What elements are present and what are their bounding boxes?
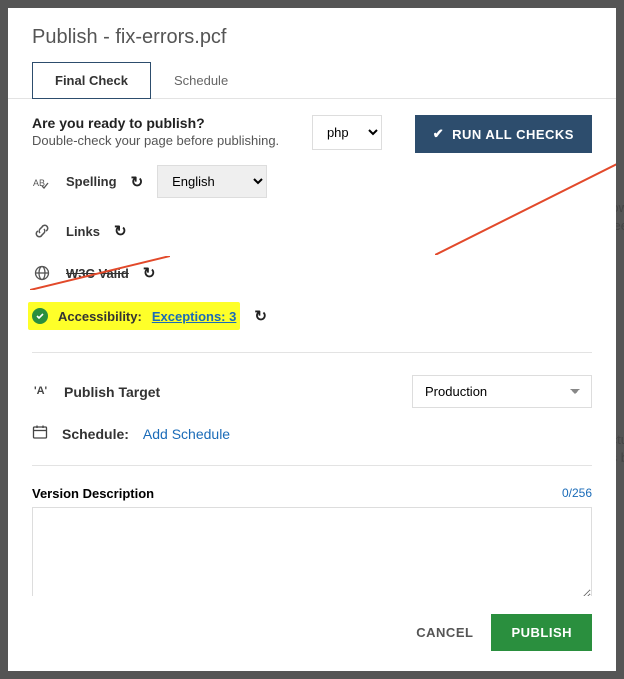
schedule-row: Schedule: Add Schedule: [32, 416, 592, 451]
pass-badge-icon: [32, 308, 48, 324]
output-format-select[interactable]: php: [312, 115, 382, 150]
ready-sub: Double-check your page before publishing…: [32, 133, 279, 148]
ready-text: Are you ready to publish? Double-check y…: [32, 115, 279, 148]
tab-schedule[interactable]: Schedule: [151, 62, 251, 99]
cancel-button[interactable]: CANCEL: [416, 625, 473, 640]
w3c-row: W3C Valid ↻: [32, 252, 592, 294]
link-icon: [32, 223, 52, 239]
refresh-accessibility-icon[interactable]: ↻: [254, 307, 267, 325]
refresh-w3c-icon[interactable]: ↻: [143, 264, 156, 282]
ready-heading: Are you ready to publish?: [32, 115, 279, 131]
divider: [32, 465, 592, 466]
publish-target-row: 'A' Publish Target Production: [32, 367, 592, 416]
calendar-icon: [32, 424, 48, 443]
tabs: Final Check Schedule: [8, 61, 616, 99]
divider: [32, 352, 592, 353]
modal-title: Publish - fix-errors.pcf: [8, 8, 616, 61]
spelling-icon: AB: [32, 175, 52, 189]
svg-text:'A': 'A': [34, 385, 48, 397]
modal-body: Are you ready to publish? Double-check y…: [8, 99, 616, 596]
accessibility-label: Accessibility:: [58, 309, 142, 324]
refresh-links-icon[interactable]: ↻: [114, 222, 127, 240]
schedule-label: Schedule:: [62, 426, 129, 442]
publish-target-label: Publish Target: [64, 384, 160, 400]
accessibility-exceptions-link[interactable]: Exceptions: 3: [152, 309, 237, 324]
target-icon: 'A': [32, 382, 50, 401]
char-counter: 0/256: [562, 486, 592, 501]
publish-modal: Publish - fix-errors.pcf Final Check Sch…: [8, 8, 616, 671]
version-description-label: Version Description: [32, 486, 154, 501]
spelling-language-select[interactable]: English: [157, 165, 267, 198]
accessibility-highlight: Accessibility: Exceptions: 3: [28, 302, 240, 330]
version-description-input[interactable]: [32, 507, 592, 596]
tab-final-check[interactable]: Final Check: [32, 62, 151, 99]
globe-icon: [32, 265, 52, 281]
links-row: Links ↻: [32, 210, 592, 252]
spelling-label: Spelling: [66, 174, 117, 189]
publish-button[interactable]: PUBLISH: [491, 614, 592, 651]
check-icon: ✔: [433, 126, 444, 142]
accessibility-row-wrap: Accessibility: Exceptions: 3 ↻: [32, 294, 592, 338]
add-schedule-link[interactable]: Add Schedule: [143, 426, 230, 442]
modal-footer: CANCEL PUBLISH: [8, 596, 616, 671]
spelling-row: AB Spelling ↻ English: [32, 153, 592, 210]
refresh-spelling-icon[interactable]: ↻: [131, 173, 144, 191]
links-label: Links: [66, 224, 100, 239]
run-label: RUN ALL CHECKS: [452, 127, 574, 142]
w3c-label: W3C Valid: [66, 266, 129, 281]
publish-target-select[interactable]: Production: [412, 375, 592, 408]
run-all-checks-button[interactable]: ✔ RUN ALL CHECKS: [415, 115, 592, 153]
